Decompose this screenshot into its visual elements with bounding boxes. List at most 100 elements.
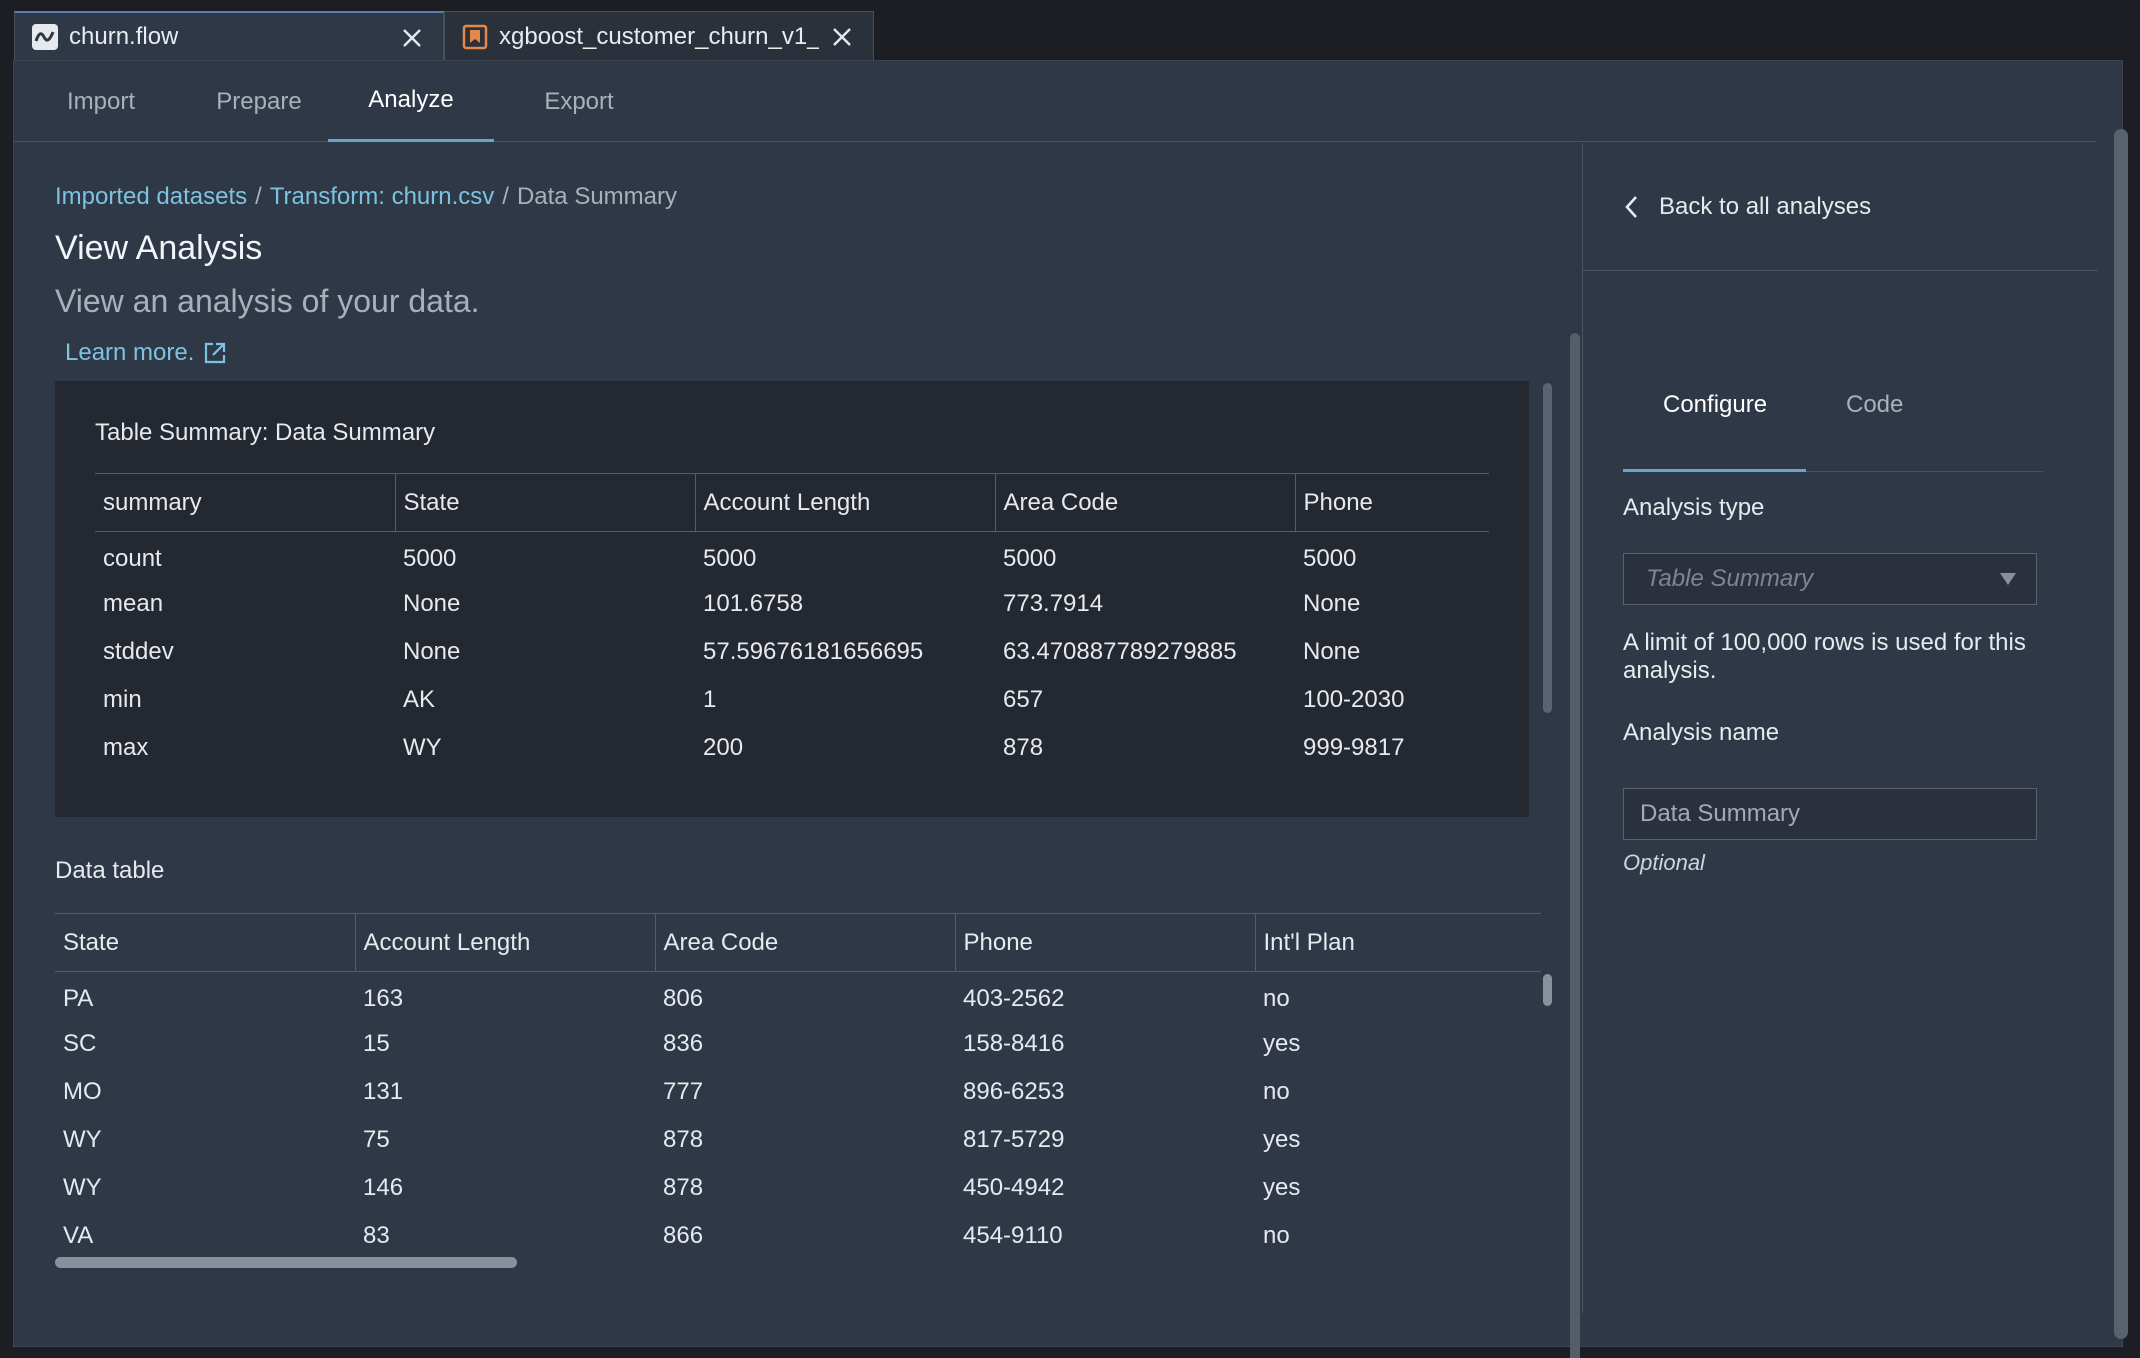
close-icon[interactable] <box>399 25 425 51</box>
table-cell: no <box>1263 984 1290 1012</box>
data-header-account-length: Account Length <box>355 913 656 972</box>
tab-analyze[interactable]: Analyze <box>328 61 494 142</box>
table-cell: 83 <box>363 1221 390 1249</box>
data-header-state: State <box>55 913 356 972</box>
table-row: min AK 1 657 100-2030 <box>95 676 1489 724</box>
table-row: mean None 101.6758 773.7914 None <box>95 580 1489 628</box>
table-cell: MO <box>63 1077 102 1105</box>
table-cell: 836 <box>663 1029 704 1057</box>
table-row: WY 75 878 817-5729 yes <box>55 1116 1541 1164</box>
table-cell: no <box>1263 1077 1290 1105</box>
analysis-name-label: Analysis name <box>1623 719 1780 746</box>
table-cell: None <box>1303 637 1361 665</box>
learn-more-link[interactable]: Learn more. <box>65 339 228 367</box>
table-cell: 403-2562 <box>963 984 1065 1012</box>
page-subtitle: View an analysis of your data. <box>55 283 480 319</box>
table-cell: 158-8416 <box>963 1029 1065 1057</box>
analysis-name-input[interactable] <box>1623 788 2037 840</box>
analysis-type-select[interactable]: Table Summary <box>1623 553 2037 605</box>
table-cell: 163 <box>363 984 404 1012</box>
close-icon[interactable] <box>829 24 855 50</box>
table-cell: 5000 <box>1303 544 1357 572</box>
table-cell: min <box>103 685 142 713</box>
table-cell: 63.470887789279885 <box>1003 637 1237 665</box>
table-cell: count <box>103 544 162 572</box>
table-cell: 5000 <box>1003 544 1057 572</box>
table-cell: VA <box>63 1221 94 1249</box>
table-row: MO 131 777 896-6253 no <box>55 1068 1541 1116</box>
data-table-label: Data table <box>55 857 165 884</box>
table-cell: 657 <box>1003 685 1044 713</box>
summary-header-area-code: Area Code <box>995 473 1296 532</box>
file-tab-title: xgboost_customer_churn_v1_ <box>499 22 819 50</box>
summary-header-summary: summary <box>95 473 396 532</box>
table-cell: 1 <box>703 685 717 713</box>
table-row: SC 15 836 158-8416 yes <box>55 1020 1541 1068</box>
bookmark-icon <box>461 23 489 51</box>
tab-export[interactable]: Export <box>514 61 644 142</box>
tab-import[interactable]: Import <box>41 61 161 142</box>
summary-title: Table Summary: Data Summary <box>95 419 436 446</box>
file-tab-churn-flow[interactable]: churn.flow <box>14 11 444 61</box>
data-table-horizontal-scrollbar[interactable] <box>55 1257 517 1268</box>
summary-header-state: State <box>395 473 696 532</box>
table-cell: 773.7914 <box>1003 589 1104 617</box>
table-cell: 101.6758 <box>703 589 804 617</box>
table-cell: 878 <box>663 1173 704 1201</box>
table-cell: None <box>403 589 461 617</box>
back-to-analyses-button[interactable]: Back to all analyses <box>1583 143 2098 271</box>
file-tab-title: churn.flow <box>69 23 179 50</box>
table-cell: 878 <box>663 1125 704 1153</box>
table-cell: 878 <box>1003 733 1044 761</box>
table-summary-panel: Table Summary: Data Summary summary Stat… <box>55 381 1529 817</box>
breadcrumb: Imported datasets / Transform: churn.csv / D… <box>55 183 677 211</box>
table-cell: None <box>403 637 461 665</box>
table-cell: WY <box>63 1125 102 1153</box>
page-scrollbar[interactable] <box>2114 129 2128 1339</box>
table-cell: 866 <box>663 1221 704 1249</box>
tab-prepare[interactable]: Prepare <box>189 61 329 142</box>
table-cell: PA <box>63 984 94 1012</box>
summary-scrollbar[interactable] <box>1543 383 1552 713</box>
row-limit-note: A limit of 100,000 rows is used for this… <box>1623 629 2026 684</box>
table-cell: no <box>1263 1221 1290 1249</box>
section-tabs: Import Prepare Analyze Export <box>14 61 2097 142</box>
table-row: VA 83 866 454-9110 no <box>55 1212 1541 1260</box>
breadcrumb-current: Data Summary <box>516 183 677 210</box>
tab-configure[interactable]: Configure <box>1663 391 1767 435</box>
optional-hint: Optional <box>1623 850 1705 875</box>
breadcrumb-transform[interactable]: Transform: churn.csv <box>270 183 495 210</box>
data-header-area-code: Area Code <box>655 913 956 972</box>
table-cell: None <box>1303 589 1361 617</box>
breadcrumb-imported-datasets[interactable]: Imported datasets <box>55 183 247 210</box>
summary-header-account-length: Account Length <box>695 473 996 532</box>
table-cell: 131 <box>363 1077 404 1105</box>
data-table-vertical-scrollbar[interactable] <box>1543 974 1552 1006</box>
flow-icon <box>31 23 59 51</box>
table-cell: 5000 <box>703 544 757 572</box>
tab-active-indicator <box>1623 469 1806 472</box>
table-cell: WY <box>63 1173 102 1201</box>
table-cell: 777 <box>663 1077 704 1105</box>
chevron-left-icon <box>1625 195 1637 218</box>
table-cell: 817-5729 <box>963 1125 1065 1153</box>
table-cell: 806 <box>663 984 704 1012</box>
table-cell: max <box>103 733 149 761</box>
tab-code[interactable]: Code <box>1846 391 1903 435</box>
table-cell: yes <box>1263 1029 1301 1057</box>
page-title: View Analysis <box>55 229 263 267</box>
table-row: count 5000 5000 5000 5000 <box>95 532 1489 580</box>
table-cell: SC <box>63 1029 97 1057</box>
breadcrumb-separator: / <box>502 183 509 210</box>
table-cell: 896-6253 <box>963 1077 1065 1105</box>
main-frame: Import Prepare Analyze Export Imported d… <box>13 60 2128 1358</box>
file-tab-bar: churn.flow xgboost_customer_churn_v1_ <box>0 0 2140 61</box>
table-cell: AK <box>403 685 436 713</box>
table-cell: 999-9817 <box>1303 733 1405 761</box>
table-cell: 5000 <box>403 544 457 572</box>
external-link-icon <box>205 342 226 364</box>
right-panel-scrollbar[interactable] <box>1570 333 1580 1358</box>
analysis-type-value: Table Summary <box>1646 565 1814 592</box>
file-tab-xgboost[interactable]: xgboost_customer_churn_v1_ <box>444 11 874 61</box>
table-row: stddev None 57.59676181656695 63.4708877… <box>95 628 1489 676</box>
